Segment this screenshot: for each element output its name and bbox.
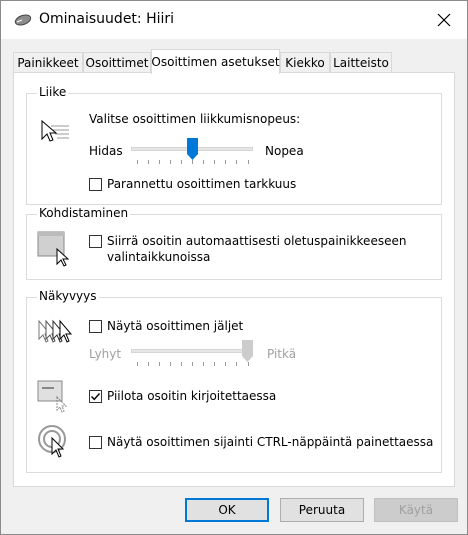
visibility-legend: Näkyvyys: [37, 289, 99, 303]
slider-tick: [181, 362, 182, 366]
slider-tick: [148, 362, 149, 366]
show-location-ctrl-label: Näytä osoittimen sijainti CTRL-näppäintä…: [107, 435, 434, 449]
cancel-label: Peruuta: [298, 503, 346, 517]
slider-tick: [170, 362, 171, 366]
trails-slider-thumb[interactable]: [242, 340, 253, 362]
tab-pointer-options[interactable]: Osoittimen asetukset: [151, 49, 280, 74]
slider-tick: [236, 362, 237, 366]
cancel-button[interactable]: Peruuta: [280, 498, 364, 522]
slider-tick: [192, 362, 193, 366]
tab-label: Osoittimet: [85, 55, 149, 70]
pointer-trails-icon: [38, 319, 73, 343]
pointer-trails-label: Näytä osoittimen jäljet: [107, 319, 244, 333]
trails-short-label: Lyhyt: [89, 347, 122, 361]
slider-tick: [148, 160, 149, 164]
title-bar: Ominaisuudet: Hiiri: [1, 1, 467, 39]
tab-label: Osoittimen asetukset: [151, 55, 280, 69]
tab-buttons[interactable]: Painikkeet: [13, 52, 83, 72]
trails-slider-track: [131, 349, 253, 353]
mouse-properties-dialog: Ominaisuudet: Hiiri Painikkeet Osoittime…: [0, 0, 468, 535]
tab-label: Kiekko: [285, 55, 325, 70]
slider-tick: [214, 362, 215, 366]
tab-wheel[interactable]: Kiekko: [280, 52, 330, 72]
slider-tick: [236, 160, 237, 164]
pointer-trails-checkbox[interactable]: [89, 320, 102, 333]
ok-button[interactable]: OK: [185, 498, 269, 522]
slider-tick: [192, 160, 193, 164]
slider-tick: [225, 362, 226, 366]
tab-hardware[interactable]: Laitteisto: [330, 52, 392, 72]
slider-tick: [137, 160, 138, 164]
hide-while-typing-label: Piilota osoitin kirjoitettaessa: [107, 389, 277, 403]
hide-while-typing-icon: [37, 380, 68, 413]
slider-tick: [214, 160, 215, 164]
speed-slider[interactable]: [131, 138, 253, 168]
visibility-group: Näkyvyys Näytä osoittimen jäljet Lyhyt P…: [26, 289, 442, 473]
precision-label: Parannettu osoittimen tarkkuus: [107, 177, 297, 191]
fast-label: Nopea: [265, 144, 304, 158]
tab-label: Laitteisto: [333, 55, 389, 70]
snap-to-group: Kohdistaminen Siirrä osoitin automaattis…: [26, 206, 442, 280]
slow-label: Hidas: [89, 144, 123, 158]
slider-tick: [159, 362, 160, 366]
slider-tick: [248, 362, 249, 366]
slider-tick: [203, 362, 204, 366]
ok-label: OK: [218, 503, 236, 517]
trails-long-label: Pitkä: [267, 347, 297, 361]
speed-label: Valitse osoittimen liikkumisnopeus:: [89, 112, 301, 126]
slider-tick: [159, 160, 160, 164]
slider-tick: [170, 160, 171, 164]
apply-label: Käytä: [398, 503, 434, 517]
snap-legend: Kohdistaminen: [37, 206, 131, 220]
show-location-ctrl-checkbox[interactable]: [89, 436, 102, 449]
speed-slider-thumb[interactable]: [187, 138, 198, 160]
hide-while-typing-checkbox[interactable]: [89, 390, 102, 403]
slider-tick: [137, 362, 138, 366]
tab-label: Painikkeet: [17, 55, 79, 70]
tab-pointers[interactable]: Osoittimet: [83, 52, 151, 72]
checkmark-icon: [91, 393, 101, 401]
slider-tick: [248, 160, 249, 164]
precision-checkbox[interactable]: [89, 178, 102, 191]
show-location-icon: [38, 425, 66, 458]
slider-tick: [225, 160, 226, 164]
slider-tick: [203, 160, 204, 164]
pointer-speed-icon: [41, 119, 69, 142]
window-title: Ominaisuudet: Hiiri: [39, 11, 175, 27]
slider-tick: [181, 160, 182, 164]
mouse-icon: [14, 14, 32, 26]
apply-button[interactable]: Käytä: [374, 498, 458, 522]
motion-group: Liike Valitse osoittimen liikkumisnopeus…: [26, 85, 442, 205]
snap-to-label-line1: Siirrä osoitin automaattisesti oletuspai…: [107, 234, 407, 248]
close-icon: [437, 13, 451, 27]
snap-to-label-line2: valintaikkunoissa: [107, 250, 211, 264]
trails-length-slider[interactable]: [131, 340, 253, 370]
snap-to-checkbox[interactable]: [89, 235, 102, 248]
close-button[interactable]: [421, 1, 467, 39]
motion-legend: Liike: [37, 85, 69, 99]
tab-panel: Liike Valitse osoittimen liikkumisnopeus…: [13, 72, 455, 487]
snap-to-default-icon: [37, 231, 70, 267]
